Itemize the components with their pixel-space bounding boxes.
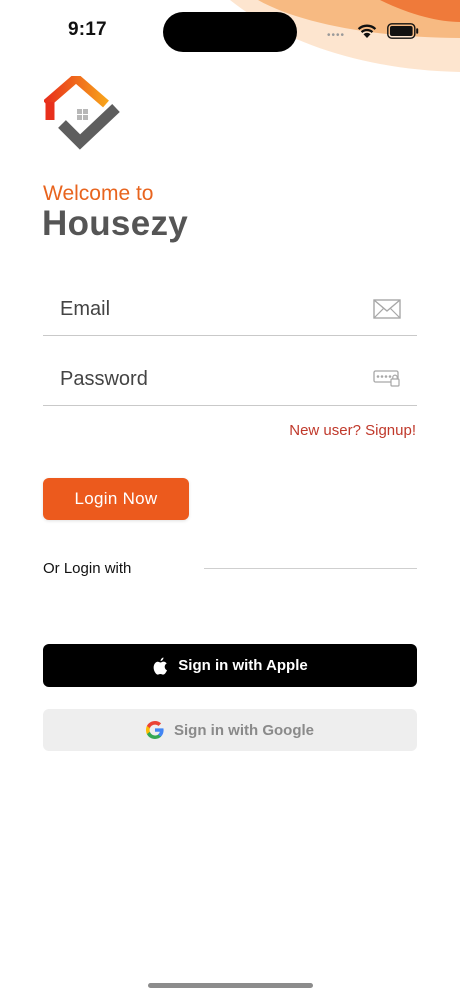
sign-in-with-google-button[interactable]: Sign in with Google bbox=[43, 709, 417, 751]
status-bar: 9:17 •••• bbox=[0, 0, 460, 62]
password-field[interactable] bbox=[43, 356, 417, 406]
home-indicator[interactable] bbox=[148, 983, 313, 988]
status-time: 9:17 bbox=[68, 19, 107, 40]
mail-icon bbox=[373, 299, 401, 319]
password-input[interactable] bbox=[60, 362, 360, 396]
email-field[interactable] bbox=[43, 286, 417, 336]
battery-icon bbox=[387, 23, 419, 39]
dynamic-island bbox=[163, 12, 297, 52]
google-button-label: Sign in with Google bbox=[174, 721, 314, 739]
google-icon bbox=[146, 721, 164, 739]
wifi-icon bbox=[357, 24, 377, 38]
email-input[interactable] bbox=[60, 292, 360, 326]
welcome-text: Welcome to bbox=[43, 182, 154, 205]
sign-in-with-apple-button[interactable]: Sign in with Apple bbox=[43, 644, 417, 687]
password-keypad-icon bbox=[373, 370, 400, 387]
apple-button-label: Sign in with Apple bbox=[178, 657, 308, 674]
divider bbox=[204, 568, 417, 569]
or-login-with-label: Or Login with bbox=[43, 560, 132, 577]
signal-dots-icon: •••• bbox=[327, 30, 346, 41]
login-button[interactable]: Login Now bbox=[43, 478, 189, 520]
app-name: Housezy bbox=[42, 204, 189, 243]
signup-link[interactable]: New user? Signup! bbox=[289, 422, 416, 439]
house-check-logo bbox=[44, 76, 120, 150]
apple-icon bbox=[153, 657, 168, 675]
